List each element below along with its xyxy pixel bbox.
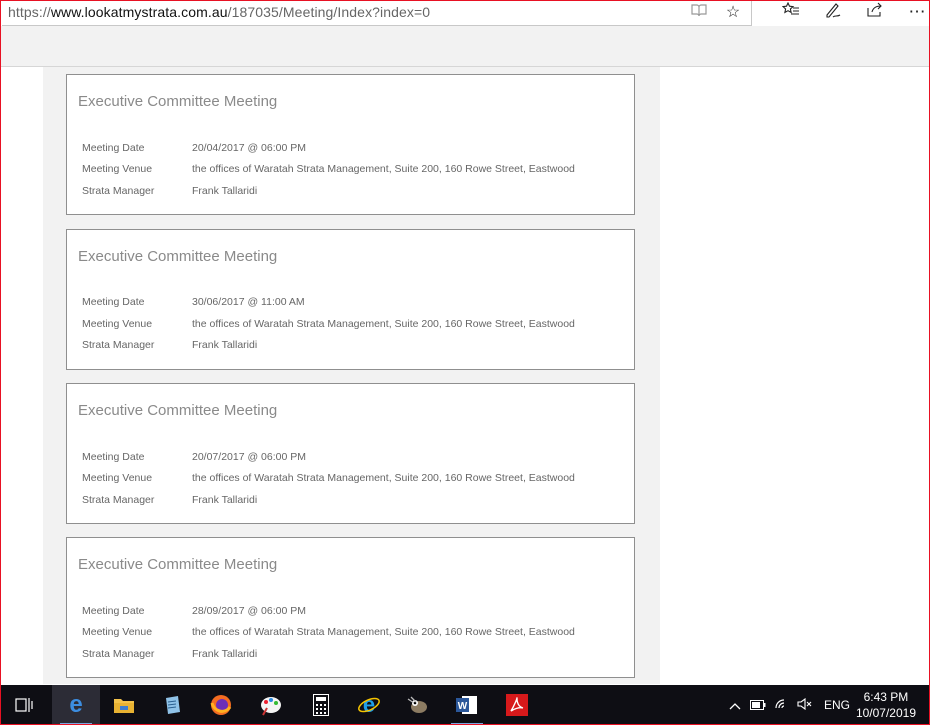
meeting-venue-row: Meeting Venue the offices of Waratah Stra…	[82, 163, 575, 175]
url-prefix: https://	[8, 4, 51, 20]
file-explorer-icon[interactable]	[100, 685, 148, 725]
speaker-muted-icon[interactable]	[794, 697, 816, 713]
meeting-date-row: Meeting Date 20/07/2017 @ 06:00 PM	[82, 451, 306, 463]
meeting-date-row: Meeting Date 20/04/2017 @ 06:00 PM	[82, 142, 306, 154]
meeting-venue-label: Meeting Venue	[82, 626, 153, 638]
word-icon[interactable]: W	[443, 685, 491, 725]
strata-manager-value: Frank Tallaridi	[192, 339, 258, 351]
page-content: Executive Committee Meeting Meeting Date…	[1, 67, 929, 684]
meeting-venue-label: Meeting Venue	[82, 163, 153, 175]
svg-text:e: e	[363, 693, 375, 717]
meeting-card[interactable]: Executive Committee Meeting Meeting Date…	[66, 383, 635, 524]
meeting-date-value: 20/04/2017 @ 06:00 PM	[192, 142, 306, 154]
strata-manager-value: Frank Tallaridi	[192, 648, 258, 660]
strata-manager-label: Strata Manager	[82, 185, 155, 197]
wifi-icon[interactable]	[770, 698, 794, 713]
url-path: /187035/Meeting/Index?index=0	[227, 4, 431, 20]
strata-manager-row: Strata Manager Frank Tallaridi	[82, 339, 257, 351]
meeting-date-label: Meeting Date	[82, 142, 145, 154]
meeting-list: Executive Committee Meeting Meeting Date…	[43, 67, 660, 684]
strata-manager-label: Strata Manager	[82, 339, 155, 351]
strata-manager-value: Frank Tallaridi	[192, 494, 258, 506]
clock[interactable]: 6:43 PM 10/07/2019	[856, 689, 916, 721]
pen-icon[interactable]	[823, 2, 843, 23]
meeting-date-label: Meeting Date	[82, 296, 145, 308]
browser-toolbar-strip	[1, 26, 929, 67]
meeting-venue-value: the offices of Waratah Strata Management…	[192, 163, 575, 175]
meeting-date-label: Meeting Date	[82, 451, 145, 463]
meeting-title[interactable]: Executive Committee Meeting	[78, 248, 277, 265]
notepad-icon[interactable]	[148, 685, 196, 725]
paint-icon[interactable]	[247, 685, 295, 725]
meeting-card[interactable]: Executive Committee Meeting Meeting Date…	[66, 74, 635, 215]
meeting-venue-row: Meeting Venue the offices of Waratah Stra…	[82, 318, 575, 330]
favorites-list-icon[interactable]	[781, 1, 801, 23]
meeting-title[interactable]: Executive Committee Meeting	[78, 556, 277, 573]
meeting-venue-label: Meeting Venue	[82, 318, 153, 330]
edge-icon[interactable]: e	[52, 685, 100, 725]
meeting-venue-value: the offices of Waratah Strata Management…	[192, 472, 575, 484]
task-view-icon[interactable]	[0, 685, 48, 725]
meeting-title[interactable]: Executive Committee Meeting	[78, 93, 277, 110]
meeting-date-label: Meeting Date	[82, 605, 145, 617]
star-icon[interactable]: ☆	[723, 3, 743, 23]
clock-time: 6:43 PM	[863, 690, 909, 704]
meeting-venue-label: Meeting Venue	[82, 472, 153, 484]
book-icon[interactable]	[689, 3, 709, 23]
meeting-date-row: Meeting Date 28/09/2017 @ 06:00 PM	[82, 605, 306, 617]
strata-manager-row: Strata Manager Frank Tallaridi	[82, 185, 257, 197]
firefox-icon[interactable]	[197, 685, 245, 725]
meeting-venue-row: Meeting Venue the offices of Waratah Stra…	[82, 472, 575, 484]
strata-manager-label: Strata Manager	[82, 494, 155, 506]
meeting-card[interactable]: Executive Committee Meeting Meeting Date…	[66, 537, 635, 678]
ellipsis-icon[interactable]: ⋯	[907, 2, 927, 23]
meeting-date-value: 28/09/2017 @ 06:00 PM	[192, 605, 306, 617]
meeting-date-row: Meeting Date 30/06/2017 @ 11:00 AM	[82, 296, 305, 308]
internet-explorer-icon[interactable]: e	[345, 685, 393, 725]
calculator-icon[interactable]	[297, 685, 345, 725]
meeting-date-value: 30/06/2017 @ 11:00 AM	[192, 296, 305, 308]
url-text[interactable]: https://www.lookatmystrata.com.au/187035…	[8, 4, 430, 20]
meeting-venue-value: the offices of Waratah Strata Management…	[192, 626, 575, 638]
meeting-date-value: 20/07/2017 @ 06:00 PM	[192, 451, 306, 463]
language-indicator[interactable]: ENG	[824, 698, 850, 712]
strata-manager-value: Frank Tallaridi	[192, 185, 258, 197]
strata-manager-row: Strata Manager Frank Tallaridi	[82, 494, 257, 506]
meeting-venue-row: Meeting Venue the offices of Waratah Stra…	[82, 626, 575, 638]
meeting-venue-value: the offices of Waratah Strata Management…	[192, 318, 575, 330]
meeting-card[interactable]: Executive Committee Meeting Meeting Date…	[66, 229, 635, 370]
svg-text:W: W	[458, 701, 468, 712]
url-field[interactable]: https://www.lookatmystrata.com.au/187035…	[2, 0, 752, 26]
strata-manager-label: Strata Manager	[82, 648, 155, 660]
meeting-title[interactable]: Executive Committee Meeting	[78, 402, 277, 419]
share-icon[interactable]	[865, 2, 885, 23]
clock-date: 10/07/2019	[855, 706, 916, 720]
chevron-up-icon[interactable]	[724, 698, 746, 713]
url-host: www.lookatmystrata.com.au	[50, 4, 228, 20]
acrobat-icon[interactable]	[493, 685, 541, 725]
browser-address-bar: https://www.lookatmystrata.com.au/187035…	[1, 0, 929, 26]
gimp-icon[interactable]	[394, 685, 442, 725]
system-tray: ENG	[724, 685, 850, 725]
strata-manager-row: Strata Manager Frank Tallaridi	[82, 648, 257, 660]
windows-taskbar: e e W ENG 6:43 PM 10/07/2019	[0, 685, 930, 725]
battery-icon[interactable]	[746, 698, 770, 713]
